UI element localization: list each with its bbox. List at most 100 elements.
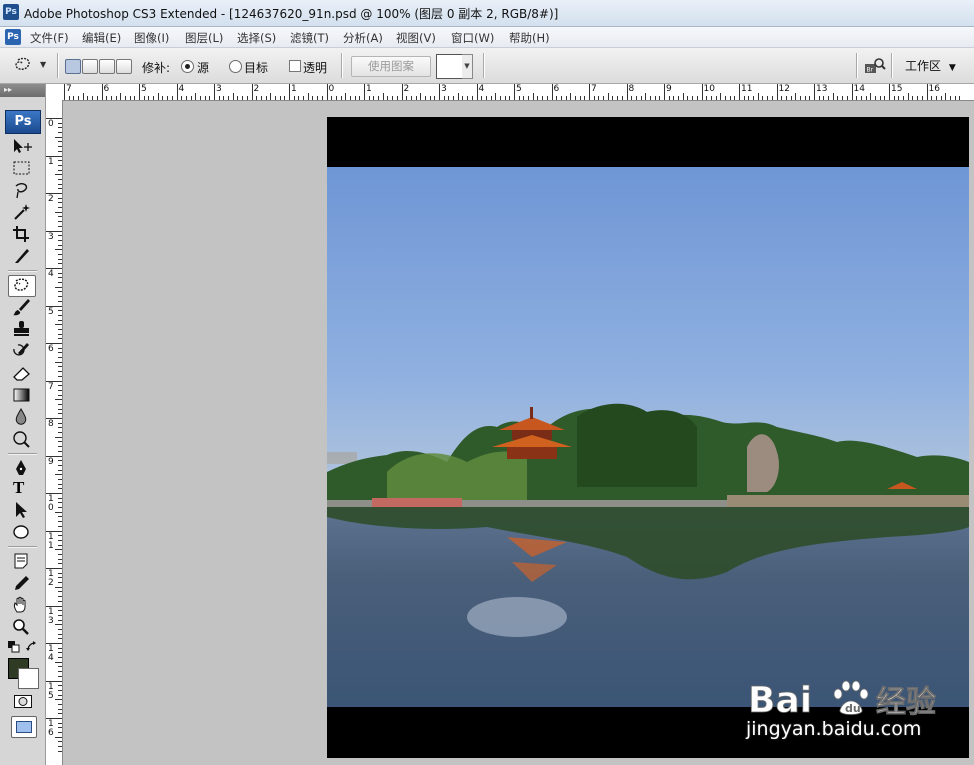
menu-filter[interactable]: 滤镜(T) <box>290 30 329 46</box>
menu-file[interactable]: 文件(F) <box>30 30 69 46</box>
destination-radio[interactable] <box>229 60 242 73</box>
separator <box>891 53 893 78</box>
ruler-minor-tick <box>574 96 576 100</box>
hand-tool-icon[interactable] <box>9 595 35 615</box>
ruler-minor-tick <box>55 736 62 738</box>
separator <box>8 270 37 272</box>
ruler-minor-tick <box>570 93 572 100</box>
tool-preset-dropdown-icon[interactable]: ▼ <box>40 60 46 69</box>
ruler-minor-tick <box>729 96 731 100</box>
swap-colors-icon[interactable] <box>26 641 38 653</box>
gradient-tool-icon[interactable] <box>9 385 35 405</box>
ruler-number: 9 <box>48 456 54 467</box>
ruler-minor-tick <box>58 483 62 485</box>
quick-mask-icon[interactable] <box>14 695 32 708</box>
eraser-tool-icon[interactable] <box>9 363 35 383</box>
ruler-minor-tick <box>518 96 520 100</box>
source-radio[interactable] <box>181 60 194 73</box>
ruler-number: 13 <box>816 84 828 94</box>
vertical-ruler[interactable]: 0 1 2 3 4 5 6 7 8 9 1 0 1 1 1 2 1 3 1 4 1 5 1 6 <box>46 100 63 765</box>
menu-select[interactable]: 选择(S) <box>237 30 276 46</box>
ruler-major-tick <box>326 84 328 100</box>
ruler-origin[interactable] <box>46 84 63 101</box>
subtract-from-selection-icon[interactable] <box>99 59 115 74</box>
menu-layer[interactable]: 图层(L) <box>185 30 223 46</box>
ruler-minor-tick <box>157 93 159 100</box>
menu-view[interactable]: 视图(V) <box>396 30 436 46</box>
workspace-menu-button[interactable]: 工作区 ▼ <box>897 56 963 76</box>
magic-wand-tool-icon[interactable] <box>9 202 35 222</box>
add-to-selection-icon[interactable] <box>82 59 98 74</box>
ruler-major-tick <box>101 84 103 100</box>
type-tool-icon[interactable]: T <box>9 478 35 498</box>
ruler-minor-tick <box>312 96 314 100</box>
patch-tool-preset-icon[interactable] <box>12 56 34 76</box>
screen-mode-icon[interactable] <box>11 716 37 738</box>
dodge-tool-icon[interactable] <box>9 429 35 449</box>
ruler-minor-tick <box>55 286 62 288</box>
ruler-minor-tick <box>55 661 62 663</box>
menu-help[interactable]: 帮助(H) <box>509 30 550 46</box>
ruler-minor-tick <box>640 96 642 100</box>
ruler-number: 1 2 <box>48 569 54 588</box>
notes-tool-icon[interactable] <box>9 551 35 571</box>
destination-radio-label[interactable]: 目标 <box>244 59 268 76</box>
document-menu-icon[interactable]: Ps <box>5 29 21 45</box>
ruler-minor-tick <box>743 96 745 100</box>
ellipse-tool-icon[interactable] <box>9 522 35 542</box>
pattern-picker-swatch[interactable] <box>436 54 464 79</box>
ruler-minor-tick <box>635 96 637 100</box>
toolbox-grip[interactable]: ▸▸ <box>0 84 45 97</box>
ruler-minor-tick <box>110 96 112 100</box>
bridge-icon[interactable]: Br <box>864 57 886 75</box>
patch-tool-icon[interactable] <box>8 275 36 297</box>
slice-tool-icon[interactable] <box>9 246 35 266</box>
crop-tool-icon[interactable] <box>9 224 35 244</box>
ruler-number: 4 <box>48 269 54 279</box>
svg-text:Br: Br <box>867 67 874 74</box>
source-radio-label[interactable]: 源 <box>197 59 209 76</box>
ruler-number: 2 <box>403 84 410 94</box>
pattern-picker-dropdown-icon[interactable]: ▼ <box>462 54 473 79</box>
menu-edit[interactable]: 编辑(E) <box>82 30 121 46</box>
ruler-minor-tick <box>715 96 717 100</box>
background-color-swatch[interactable] <box>18 668 39 689</box>
menu-image[interactable]: 图像(I) <box>134 30 169 46</box>
ruler-major-tick <box>851 84 853 100</box>
brush-tool-icon[interactable] <box>9 297 35 317</box>
move-tool-icon[interactable] <box>9 136 35 156</box>
clone-stamp-tool-icon[interactable] <box>9 319 35 339</box>
title-bar: Ps Adobe Photoshop CS3 Extended - [12463… <box>0 0 974 27</box>
ruler-number: 1 1 <box>48 531 54 551</box>
menu-window[interactable]: 窗口(W) <box>451 30 494 46</box>
ruler-minor-tick <box>58 689 62 691</box>
history-brush-tool-icon[interactable] <box>9 341 35 361</box>
ruler-minor-tick <box>865 96 867 100</box>
eyedropper-tool-icon[interactable] <box>9 573 35 593</box>
ruler-minor-tick <box>420 93 422 100</box>
horizontal-ruler[interactable]: 7 6 5 4 3 2 1 0 1 2 3 4 5 6 7 8 9 10 11 12 13 14 15 16 <box>62 84 974 101</box>
ruler-number: 9 <box>666 84 672 94</box>
new-selection-icon[interactable] <box>65 59 81 74</box>
photoshop-logo[interactable]: Ps <box>5 110 41 134</box>
ruler-minor-tick <box>457 93 459 100</box>
ruler-number: 8 <box>628 84 635 94</box>
marquee-tool-icon[interactable] <box>9 158 35 178</box>
ruler-minor-tick <box>58 319 62 321</box>
expand-panel-icon[interactable]: ▸▸ <box>4 85 12 94</box>
photoshop-app-icon[interactable]: Ps <box>3 4 19 20</box>
blur-tool-icon[interactable] <box>9 407 35 427</box>
default-colors-icon[interactable] <box>8 641 20 653</box>
path-selection-tool-icon[interactable] <box>9 500 35 520</box>
transparent-checkbox-label[interactable]: 透明 <box>303 59 327 76</box>
use-pattern-button[interactable]: 使用图案 <box>351 56 431 77</box>
transparent-checkbox[interactable] <box>289 60 301 72</box>
intersect-selection-icon[interactable] <box>116 59 132 74</box>
ruler-minor-tick <box>959 96 961 100</box>
menu-analysis[interactable]: 分析(A) <box>343 30 383 46</box>
ruler-minor-tick <box>58 703 62 705</box>
lasso-tool-icon[interactable] <box>9 180 35 200</box>
ruler-minor-tick <box>242 96 244 100</box>
pen-tool-icon[interactable] <box>9 458 35 478</box>
zoom-tool-icon[interactable] <box>9 617 35 637</box>
